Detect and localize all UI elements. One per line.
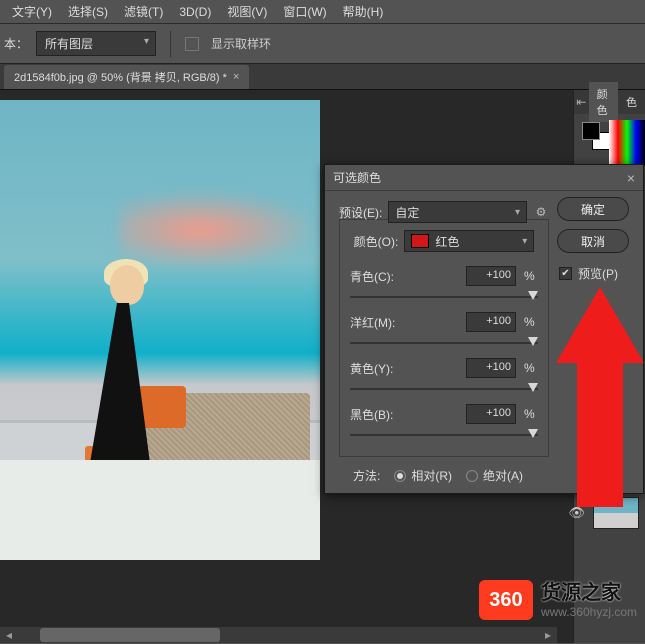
magenta-input[interactable]: +100 (466, 312, 516, 332)
watermark-title: 货源之家 (541, 581, 637, 605)
document-tab[interactable]: 2d1584f0b.jpg @ 50% (背景 拷贝, RGB/8) * × (4, 65, 249, 89)
watermark: 360 货源之家 www.360hyzj.com (479, 580, 637, 620)
slider-thumb-icon[interactable] (528, 291, 538, 300)
foreground-background-swatch[interactable] (582, 122, 610, 150)
colors-dropdown[interactable]: 红色 ▾ (404, 230, 534, 252)
percent-label: % (524, 269, 538, 283)
show-sample-ring-checkbox[interactable] (185, 37, 199, 51)
method-relative-label: 相对(R) (411, 467, 452, 484)
scroll-right-icon[interactable]: ▸ (541, 628, 555, 642)
show-sample-ring-label: 显示取样环 (211, 35, 271, 52)
sample-dropdown[interactable]: 所有图层 ▾ (36, 31, 156, 56)
color-swatch-red (411, 234, 429, 248)
panel-expand-icon[interactable]: ⇤ (574, 95, 589, 109)
slider-thumb-icon[interactable] (528, 429, 538, 438)
slider-thumb-icon[interactable] (528, 337, 538, 346)
color-spectrum[interactable] (609, 120, 645, 166)
method-absolute-radio[interactable] (466, 470, 478, 482)
layer-thumbnail[interactable] (593, 497, 639, 529)
magenta-slider[interactable] (350, 336, 538, 350)
chevron-down-icon: ▾ (144, 36, 149, 47)
menu-bar: 文字(Y) 选择(S) 滤镜(T) 3D(D) 视图(V) 窗口(W) 帮助(H… (0, 0, 645, 24)
gear-icon[interactable]: ⚙ (533, 205, 549, 219)
method-label: 方法: (353, 467, 380, 484)
chevron-down-icon: ▾ (515, 207, 520, 218)
foreground-color-swatch[interactable] (582, 122, 600, 140)
yellow-slider[interactable] (350, 382, 538, 396)
cyan-slider[interactable] (350, 290, 538, 304)
percent-label: % (524, 407, 538, 421)
menu-filter[interactable]: 滤镜(T) (116, 0, 171, 23)
close-icon[interactable]: × (233, 71, 239, 83)
panel-tab-swatch[interactable]: 色 (618, 90, 645, 114)
preview-checkbox[interactable]: ✔ (559, 267, 572, 280)
preset-dropdown[interactable]: 自定 ▾ (388, 201, 527, 223)
color-panel-body (574, 114, 645, 158)
menu-select[interactable]: 选择(S) (60, 0, 116, 23)
black-slider[interactable] (350, 428, 538, 442)
canvas-image (0, 100, 320, 560)
panel-tab-color[interactable]: 颜色 (589, 82, 618, 122)
scroll-thumb[interactable] (40, 628, 220, 642)
menu-help[interactable]: 帮助(H) (335, 0, 392, 23)
preset-value: 自定 (395, 204, 419, 221)
scroll-left-icon[interactable]: ◂ (2, 628, 16, 642)
colors-label: 颜色(O): (354, 233, 399, 250)
selective-color-dialog: 可选颜色 × 预设(E): 自定 ▾ ⚙ 颜色(O): 红色 ▾ 青色(C): (324, 164, 644, 494)
watermark-badge: 360 (479, 580, 533, 620)
menu-window[interactable]: 窗口(W) (275, 0, 334, 23)
panel-tabs: ⇤ 颜色 色 (574, 90, 645, 114)
dialog-close-icon[interactable]: × (627, 170, 635, 186)
document-tab-bar: 2d1584f0b.jpg @ 50% (背景 拷贝, RGB/8) * × (0, 64, 645, 90)
colors-value: 红色 (435, 233, 459, 250)
cyan-label: 青色(C): (350, 268, 410, 285)
document-tab-label: 2d1584f0b.jpg @ 50% (背景 拷贝, RGB/8) * (14, 69, 227, 85)
ok-button[interactable]: 确定 (557, 197, 629, 221)
chevron-down-icon: ▾ (522, 236, 527, 247)
black-label: 黑色(B): (350, 406, 410, 423)
yellow-label: 黄色(Y): (350, 360, 410, 377)
separator (170, 31, 171, 57)
preset-label: 预设(E): (339, 204, 382, 221)
options-bar: 本： 所有图层 ▾ 显示取样环 (0, 24, 645, 64)
menu-view[interactable]: 视图(V) (219, 0, 275, 23)
cancel-button[interactable]: 取消 (557, 229, 629, 253)
preview-label: 预览(P) (578, 265, 618, 282)
sample-dropdown-value: 所有图层 (45, 37, 93, 51)
method-relative-radio[interactable] (394, 470, 406, 482)
percent-label: % (524, 315, 538, 329)
layer-visibility-icon[interactable]: 👁 (568, 505, 585, 521)
dialog-titlebar[interactable]: 可选颜色 × (325, 165, 643, 191)
watermark-url: www.360hyzj.com (541, 605, 637, 619)
yellow-input[interactable]: +100 (466, 358, 516, 378)
magenta-label: 洋红(M): (350, 314, 410, 331)
method-absolute-label: 绝对(A) (483, 467, 523, 484)
horizontal-scrollbar[interactable]: ◂ ▸ (0, 627, 557, 643)
black-input[interactable]: +100 (466, 404, 516, 424)
sample-label: 本： (4, 35, 28, 52)
menu-text[interactable]: 文字(Y) (4, 0, 60, 23)
percent-label: % (524, 361, 538, 375)
slider-thumb-icon[interactable] (528, 383, 538, 392)
dialog-title: 可选颜色 (333, 169, 627, 186)
menu-3d[interactable]: 3D(D) (171, 2, 219, 22)
cyan-input[interactable]: +100 (466, 266, 516, 286)
